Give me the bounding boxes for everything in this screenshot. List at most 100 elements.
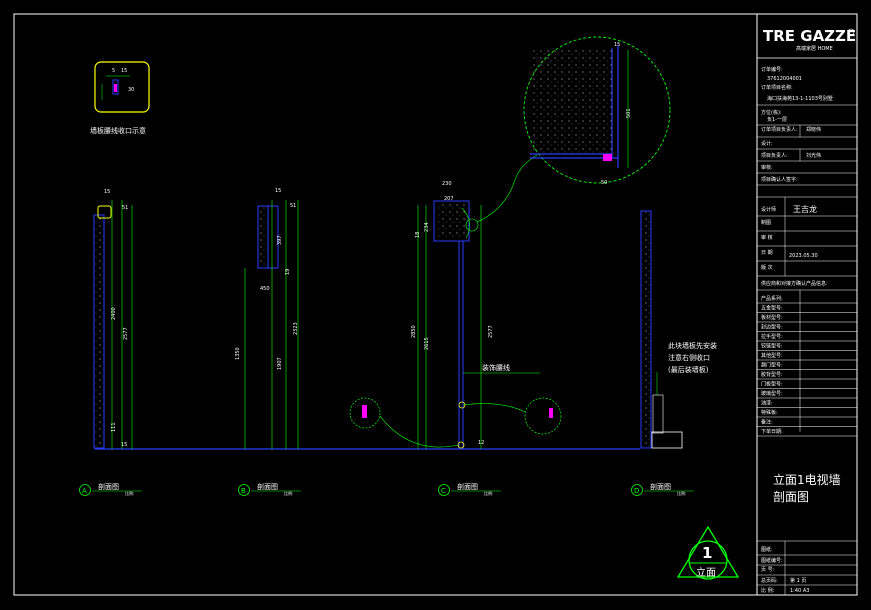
install-note-3: (最后装墙板) bbox=[668, 365, 709, 374]
product-row-label: 趟门型号: bbox=[761, 362, 783, 369]
date-label: 日 期 bbox=[761, 250, 773, 256]
total-pages-label: 总页码: bbox=[761, 577, 778, 584]
section-a-dim-111: 111 bbox=[111, 422, 117, 432]
order-info: 订单编号: 37612004001 订单项目名称: 海口扶海苑13-1-1103… bbox=[761, 66, 833, 183]
section-title: 剖面图 bbox=[650, 482, 671, 491]
project-lead-value: 刘光伟 bbox=[806, 152, 821, 159]
scale-value: 1:40 A3 bbox=[790, 588, 809, 594]
install-note-2: 注意右侧收口 bbox=[668, 353, 710, 362]
section-a-dim-2400: 2400 bbox=[111, 307, 117, 320]
detail-dim-15: 15 bbox=[614, 42, 620, 48]
date-value: 2023.05.30 bbox=[789, 253, 818, 259]
inset-caption: 墙板腰线收口示意 bbox=[90, 126, 146, 135]
product-row-label: 油漆: bbox=[761, 400, 773, 407]
section-title: 剖面图 bbox=[257, 482, 278, 491]
detail-dim-501: 501 bbox=[626, 108, 632, 118]
drafter-label: 制图 bbox=[761, 219, 771, 226]
section-a-dim-bottom: 15 bbox=[121, 442, 127, 448]
product-row-label: 备注: bbox=[761, 419, 773, 426]
section-id: D bbox=[634, 487, 639, 495]
product-section-label: 供应商和对接方确认产品信息: bbox=[761, 280, 828, 287]
trim-detail-inset: 5 15 30 墙板腰线收口示意 bbox=[90, 61, 150, 135]
title-block: TRE GAZZE 高端家居 HOME 订单编号: 37612004001 订单… bbox=[757, 27, 857, 595]
section-b-dim-51: 51 bbox=[290, 203, 296, 209]
section-title: 剖面图 bbox=[457, 482, 478, 491]
section-b: 15 51 397 19 450 1350 1907 2323 bbox=[235, 188, 299, 449]
drawing-title-line-2: 剖面图 bbox=[773, 490, 809, 504]
section-id: B bbox=[241, 487, 246, 495]
order-no-label: 订单编号: bbox=[761, 66, 783, 73]
section-a-dim-51: 51 bbox=[122, 205, 128, 211]
product-row-label: 玻璃型号: bbox=[761, 390, 783, 397]
section-c: 230 207 18 234 2850 2615 2577 12 装饰腰线 bbox=[349, 154, 562, 449]
product-row-label: 五金型号: bbox=[761, 305, 783, 312]
inset-dim-30: 30 bbox=[128, 87, 134, 93]
section-b-dim-15: 15 bbox=[275, 188, 281, 194]
section-c-dim-234: 234 bbox=[424, 222, 430, 232]
section-b-dim-397: 397 bbox=[277, 235, 283, 245]
sheet-no-label: 图纸编号: bbox=[761, 557, 783, 564]
designer-info: 设计师 王吉龙 制图 审 核 日 期 2023.05.30 版 次 供应商和对接… bbox=[761, 204, 828, 287]
section-id: C bbox=[441, 487, 446, 495]
project-name-label: 订单项目名称: bbox=[761, 84, 793, 91]
order-manager-value: 郑晓伟 bbox=[806, 126, 821, 133]
inset-dim-5: 5 bbox=[112, 68, 115, 74]
project-name-value: 海口扶海苑13-1-1103号别墅 bbox=[767, 95, 833, 102]
product-row-label: 封边型号: bbox=[761, 324, 783, 331]
review-label: 审核: bbox=[761, 164, 773, 171]
product-row-label: 铰链型号: bbox=[761, 343, 783, 350]
product-row-label: 产品系列: bbox=[761, 295, 783, 302]
section-c-dim-2577: 2577 bbox=[488, 325, 494, 338]
logo-subtext: 高端家居 HOME bbox=[796, 45, 833, 52]
section-b-dim-2323: 2323 bbox=[293, 322, 299, 335]
section-b-dim-1350: 1350 bbox=[235, 347, 241, 360]
section-c-dim-230: 230 bbox=[442, 181, 452, 187]
section-title: 剖面图 bbox=[98, 482, 119, 491]
order-no-value: 37612004001 bbox=[767, 76, 802, 82]
elevation-label: 立面 bbox=[696, 566, 716, 579]
logo-text: TRE GAZZE bbox=[763, 27, 856, 45]
inset-dim-15: 15 bbox=[121, 68, 127, 74]
drawing-frame bbox=[13, 13, 858, 596]
version-label: 版 次 bbox=[761, 264, 773, 271]
base-trim bbox=[651, 431, 683, 449]
waist-line-label: 装饰腰线 bbox=[482, 363, 510, 372]
section-id: A bbox=[82, 487, 87, 495]
designer-label: 设计师 bbox=[761, 206, 776, 213]
section-b-dim-1907: 1907 bbox=[277, 357, 283, 370]
section-d: 此块墙板先安装 注意右侧收口 (最后装墙板) bbox=[640, 210, 717, 449]
section-b-dim-19: 19 bbox=[285, 269, 291, 275]
project-lead-label: 项目负责人: bbox=[761, 152, 788, 159]
product-row-label: 板材型号: bbox=[761, 314, 783, 321]
position-label: 方位(栋): bbox=[761, 109, 782, 116]
product-row-label: 特殊板: bbox=[761, 409, 778, 416]
order-manager-label: 订单项目负责人: bbox=[761, 126, 798, 133]
section-a-dim-2577: 2577 bbox=[123, 327, 129, 340]
page-no-label: 页 号: bbox=[761, 567, 775, 573]
product-row-label: 门板型号: bbox=[761, 381, 783, 388]
detail-dim-50: 50 bbox=[601, 180, 607, 186]
detail-bubble: 15 501 50 bbox=[523, 36, 671, 186]
section-a-dim-15: 15 bbox=[104, 189, 110, 195]
install-note-1: 此块墙板先安装 bbox=[668, 341, 717, 350]
section-b-dim-450: 450 bbox=[260, 286, 270, 292]
section-c-dim-207: 207 bbox=[444, 196, 454, 202]
sheet-label: 图纸: bbox=[761, 546, 773, 553]
product-row-label: 拉手型号: bbox=[761, 333, 783, 340]
section-c-dim-2615: 2615 bbox=[424, 337, 430, 350]
design-label: 设计: bbox=[761, 140, 773, 147]
reviewer-label: 审 核 bbox=[761, 234, 773, 241]
product-row-label: 其他型号: bbox=[761, 352, 783, 359]
product-row-label: 胶背型号: bbox=[761, 371, 783, 378]
scale-label: 比 例: bbox=[761, 587, 775, 594]
total-pages-value: 第 1 页 bbox=[790, 577, 806, 584]
detail-circle-right bbox=[524, 397, 562, 435]
elevation-marker: 1 立面 bbox=[676, 525, 740, 580]
designer-name: 王吉龙 bbox=[793, 204, 817, 214]
section-c-dim-12: 12 bbox=[478, 440, 484, 446]
section-c-dim-2850: 2850 bbox=[411, 325, 417, 338]
elevation-number: 1 bbox=[702, 544, 712, 562]
confirm-sign-label: 项目确认人签字: bbox=[761, 176, 798, 183]
product-row-label: 下单日期: bbox=[761, 428, 783, 435]
cad-drawing: TRE GAZZE 高端家居 HOME 订单编号: 37612004001 订单… bbox=[13, 13, 858, 596]
